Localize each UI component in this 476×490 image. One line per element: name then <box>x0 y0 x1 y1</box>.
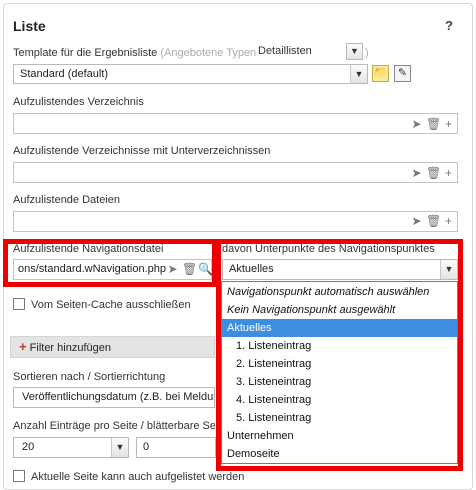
navpunkt-option[interactable]: 2. Listeneintrag <box>222 355 457 373</box>
chevron-down-icon: ▼ <box>440 260 457 279</box>
navpunkt-option[interactable]: 5. Listeneintrag <box>222 409 457 427</box>
sort-select-value: Veröffentlichungsdatum (z.B. bei Meldun <box>22 391 215 403</box>
dateien-actions: ➤ 🗑 + <box>410 214 455 228</box>
navdatei-value: ons/standard.wNavigation.php <box>18 263 166 275</box>
cache-label: Vom Seiten-Cache ausschließen <box>31 299 191 311</box>
per-page-select[interactable]: 20 ▼ <box>13 437 129 458</box>
navpunkt-option[interactable]: Unternehmen <box>222 427 457 445</box>
navpunkt-option[interactable]: 3. Listeneintrag <box>222 373 457 391</box>
plus-icon: + <box>19 339 27 354</box>
verzeichnis-actions: ➤ 🗑 + <box>410 117 455 131</box>
navdatei-label: Aufzulistende Navigationsdatei <box>13 243 164 255</box>
sort-label: Sortieren nach / Sortierrichtung <box>13 371 166 383</box>
plus-icon[interactable]: + <box>442 166 455 180</box>
navpunkt-option[interactable]: 4. Listeneintrag <box>222 391 457 409</box>
magnifier-icon[interactable]: 🔍 <box>198 262 213 276</box>
navpunkt-select-value: Aktuelles <box>229 263 274 275</box>
sort-select[interactable]: Veröffentlichungsdatum (z.B. bei Meldun <box>13 387 215 408</box>
unterverzeichnisse-field[interactable] <box>13 162 458 183</box>
folder-icon[interactable]: 📁 <box>372 65 389 82</box>
browse-pages-select[interactable]: 0 <box>136 437 216 458</box>
navpunkt-option[interactable]: Kein Navigationspunkt ausgewählt <box>222 301 457 319</box>
trash-icon[interactable]: 🗑 <box>426 166 441 180</box>
trash-icon[interactable]: 🗑 <box>182 262 197 276</box>
navpunkt-option[interactable]: Navigationspunkt automatisch auswählen <box>222 283 457 301</box>
cursor-select-icon[interactable]: ➤ <box>166 262 179 276</box>
navpunkt-dropdown-list: Navigationspunkt automatisch auswählen K… <box>221 281 458 464</box>
navdatei-actions: ➤ 🗑 🔍 <box>166 262 213 276</box>
chevron-down-icon: ▼ <box>347 44 362 59</box>
chevron-down-icon: ▼ <box>350 65 367 83</box>
template-label: Template für die Ergebnisliste (Angebote… <box>13 47 256 59</box>
edit-icon[interactable]: ✎ <box>394 65 411 82</box>
paging-label: Anzahl Einträge pro Seite / blätterbare … <box>13 420 215 432</box>
plus-icon[interactable]: + <box>442 214 455 228</box>
verzeichnis-field[interactable] <box>13 113 458 134</box>
plus-icon[interactable]: + <box>442 117 455 131</box>
trash-icon[interactable]: 🗑 <box>426 214 441 228</box>
aktuelle-label: Aktuelle Seite kann auch aufgelistet wer… <box>31 471 245 483</box>
help-icon[interactable]: ? <box>445 18 453 33</box>
trash-icon[interactable]: 🗑 <box>426 117 441 131</box>
browse-pages-value: 0 <box>143 441 150 453</box>
unterverzeichnisse-label: Aufzulistende Verzeichnisse mit Unterver… <box>13 145 271 157</box>
verzeichnis-label: Aufzulistendes Verzeichnis <box>13 96 144 108</box>
template-type-dropdown[interactable]: ▼ <box>346 43 363 60</box>
panel-title: Liste <box>13 18 46 34</box>
unterverzeichnisse-actions: ➤ 🗑 + <box>410 166 455 180</box>
dateien-label: Aufzulistende Dateien <box>13 194 121 206</box>
add-filter-label: Filter hinzufügen <box>29 342 111 354</box>
per-page-value: 20 <box>22 441 35 453</box>
navpunkt-select[interactable]: Aktuelles ▼ <box>222 259 458 280</box>
navpunkt-option-selected[interactable]: Aktuelles <box>222 319 457 337</box>
template-type-value: Detaillisten <box>258 45 312 57</box>
add-filter-button[interactable]: + Filter hinzufügen <box>10 336 215 358</box>
cursor-select-icon[interactable]: ➤ <box>410 166 423 180</box>
cursor-select-icon[interactable]: ➤ <box>410 214 423 228</box>
template-hint-close: ) <box>365 47 369 59</box>
template-select[interactable]: Standard (default) ▼ <box>13 64 368 84</box>
dateien-field[interactable] <box>13 211 458 232</box>
template-hint: (Angebotene Typen <box>160 47 257 59</box>
aktuelle-checkbox[interactable] <box>13 470 25 482</box>
template-select-value: Standard (default) <box>20 68 109 80</box>
cache-checkbox[interactable] <box>13 298 25 310</box>
cursor-select-icon[interactable]: ➤ <box>410 117 423 131</box>
navpunkt-label: davon Unterpunkte des Navigationspunktes <box>222 243 435 255</box>
template-label-text: Template für die Ergebnisliste <box>13 47 158 59</box>
chevron-down-icon: ▼ <box>111 438 128 457</box>
navpunkt-option[interactable]: 1. Listeneintrag <box>222 337 457 355</box>
navpunkt-option[interactable]: Demoseite <box>222 445 457 463</box>
